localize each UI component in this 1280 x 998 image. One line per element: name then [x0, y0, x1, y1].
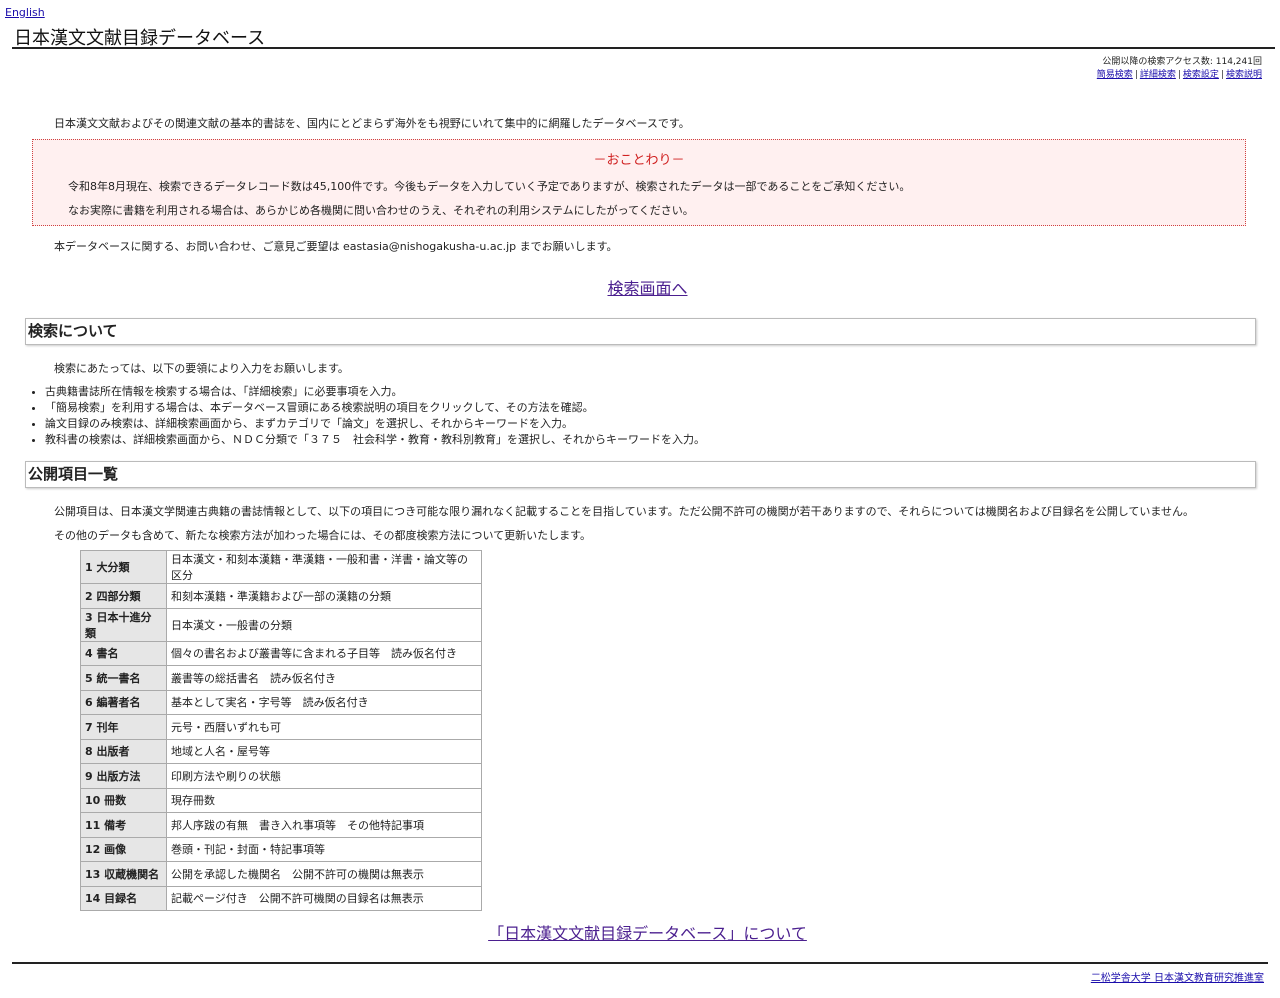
item-key: 10 冊数: [80, 787, 167, 813]
notice-line-1: 令和8年8月現在、検索できるデータレコード数は45,100件です。今後もデータを…: [68, 180, 911, 193]
items-para-2: その他のデータも含めて、新たな検索方法が加わった場合には、その都度検索方法につい…: [54, 529, 592, 542]
top-nav: 簡易検索 | 詳細検索 | 検索設定 | 検索説明: [1097, 69, 1262, 82]
nav-advanced-search[interactable]: 詳細検索: [1140, 70, 1176, 80]
footer-link[interactable]: 二松学舎大学 日本漢文教育研究推進室: [1091, 969, 1264, 984]
item-key: 14 目録名: [80, 885, 167, 911]
table-row: 10 冊数 現存冊数: [80, 787, 482, 813]
item-value: 日本漢文・和刻本漢籍・準漢籍・一般和書・洋書・論文等の区分: [166, 550, 482, 584]
table-row: 1 大分類 日本漢文・和刻本漢籍・準漢籍・一般和書・洋書・論文等の区分: [80, 550, 482, 584]
item-value: 記載ページ付き 公開不許可機関の目録名は無表示: [166, 885, 482, 911]
public-items-table: 1 大分類 日本漢文・和刻本漢籍・準漢籍・一般和書・洋書・論文等の区分 2 四部分…: [80, 550, 482, 911]
item-value: 地域と人名・屋号等: [166, 738, 482, 764]
items-para-1: 公開項目は、日本漢文学関連古典籍の書誌情報として、以下の項目につき可能な限り漏れ…: [54, 505, 1195, 518]
table-row: 14 目録名 記載ページ付き 公開不許可機関の目録名は無表示: [80, 885, 482, 911]
item-key: 2 四部分類: [80, 583, 167, 609]
item-value: 印刷方法や刷りの状態: [166, 763, 482, 789]
item-value: 和刻本漢籍・準漢籍および一部の漢籍の分類: [166, 583, 482, 609]
item-key: 1 大分類: [80, 550, 167, 584]
about-database-link[interactable]: 「日本漢文文献目録データベース」について: [488, 924, 807, 943]
list-item: 「簡易検索」を利用する場合は、本データベース冒頭にある検索説明の項目をクリックし…: [45, 400, 705, 416]
items-section-heading: 公開項目一覧: [25, 461, 1256, 488]
notice-line-2: なお実際に書籍を利用される場合は、あらかじめ各機関に問い合わせのうえ、それぞれの…: [68, 204, 694, 217]
item-value: 日本漢文・一般書の分類: [166, 607, 482, 642]
footer-divider: [12, 962, 1268, 964]
nav-search-help[interactable]: 検索説明: [1226, 70, 1262, 80]
item-key: 3 日本十進分類: [80, 607, 167, 642]
item-value: 邦人序跋の有無 書き入れ事項等 その他特記事項: [166, 812, 482, 838]
list-item: 論文目録のみ検索は、詳細検索画面から、まずカテゴリで「論文」を選択し、それからキ…: [45, 416, 705, 432]
search-link-row: 検索画面へ: [0, 275, 1280, 299]
nav-simple-search[interactable]: 簡易検索: [1097, 70, 1133, 80]
table-row: 9 出版方法 印刷方法や刷りの状態: [80, 763, 482, 789]
nav-separator: |: [1134, 70, 1138, 80]
item-value: 巻頭・刊記・封面・特記事項等: [166, 836, 482, 862]
list-item: 古典籍書誌所在情報を検索する場合は、「詳細検索」に必要事項を入力。: [45, 384, 705, 400]
item-key: 5 統一書名: [80, 665, 167, 691]
item-key: 11 備考: [80, 812, 167, 838]
item-value: 叢書等の総括書名 読み仮名付き: [166, 665, 482, 691]
item-value: 基本として実名・字号等 読み仮名付き: [166, 689, 482, 715]
item-key: 12 画像: [80, 836, 167, 862]
about-link-row: 「日本漢文文献目録データベース」について: [0, 920, 1280, 944]
english-link[interactable]: English: [5, 6, 45, 19]
item-key: 4 書名: [80, 640, 167, 666]
access-counter: 公開以降の検索アクセス数: 114,241回: [1102, 57, 1262, 67]
notice-box: －おことわり－ 令和8年8月現在、検索できるデータレコード数は45,100件です…: [32, 139, 1246, 226]
top-right-panel: 公開以降の検索アクセス数: 114,241回 簡易検索 | 詳細検索 | 検索設定 | 検索…: [1097, 56, 1262, 82]
title-divider: [12, 47, 1275, 49]
search-lead-text: 検索にあたっては、以下の要領により入力をお願いします。: [54, 362, 349, 375]
nav-separator: |: [1177, 70, 1181, 80]
item-key: 7 刊年: [80, 714, 167, 740]
notice-title: －おことわり－: [593, 153, 685, 168]
intro-text: 日本漢文文献およびその関連文献の基本的書誌を、国内にとどまらず海外をも視野にいれ…: [54, 117, 690, 130]
list-item: 教科書の検索は、詳細検索画面から、ＮＤＣ分類で「３７５ 社会科学・教育・教科別教…: [45, 432, 705, 448]
contact-text: 本データベースに関する、お問い合わせ、ご意見ご要望は eastasia@nish…: [54, 240, 618, 253]
item-value: 現存冊数: [166, 787, 482, 813]
item-value: 個々の書名および叢書等に含まれる子目等 読み仮名付き: [166, 640, 482, 666]
item-value: 元号・西暦いずれも可: [166, 714, 482, 740]
item-key: 6 編著者名: [80, 689, 167, 715]
table-row: 11 備考 邦人序跋の有無 書き入れ事項等 その他特記事項: [80, 812, 482, 838]
table-row: 13 収蔵機関名 公開を承認した機関名 公開不許可の機関は無表示: [80, 861, 482, 887]
search-section-heading: 検索について: [25, 318, 1256, 345]
table-row: 5 統一書名 叢書等の総括書名 読み仮名付き: [80, 665, 482, 691]
item-key: 13 収蔵機関名: [80, 861, 167, 887]
table-row: 7 刊年 元号・西暦いずれも可: [80, 714, 482, 740]
item-value: 公開を承認した機関名 公開不許可の機関は無表示: [166, 861, 482, 887]
table-row: 2 四部分類 和刻本漢籍・準漢籍および一部の漢籍の分類: [80, 583, 482, 609]
table-row: 8 出版者 地域と人名・屋号等: [80, 738, 482, 764]
nav-search-settings[interactable]: 検索設定: [1183, 70, 1219, 80]
search-rules-list: 古典籍書誌所在情報を検索する場合は、「詳細検索」に必要事項を入力。 「簡易検索」…: [27, 384, 705, 448]
table-row: 12 画像 巻頭・刊記・封面・特記事項等: [80, 836, 482, 862]
item-key: 9 出版方法: [80, 763, 167, 789]
item-key: 8 出版者: [80, 738, 167, 764]
search-screen-link[interactable]: 検索画面へ: [607, 279, 687, 298]
table-row: 6 編著者名 基本として実名・字号等 読み仮名付き: [80, 689, 482, 715]
table-row: 3 日本十進分類 日本漢文・一般書の分類: [80, 607, 482, 642]
table-row: 4 書名 個々の書名および叢書等に含まれる子目等 読み仮名付き: [80, 640, 482, 666]
nav-separator: |: [1220, 70, 1224, 80]
